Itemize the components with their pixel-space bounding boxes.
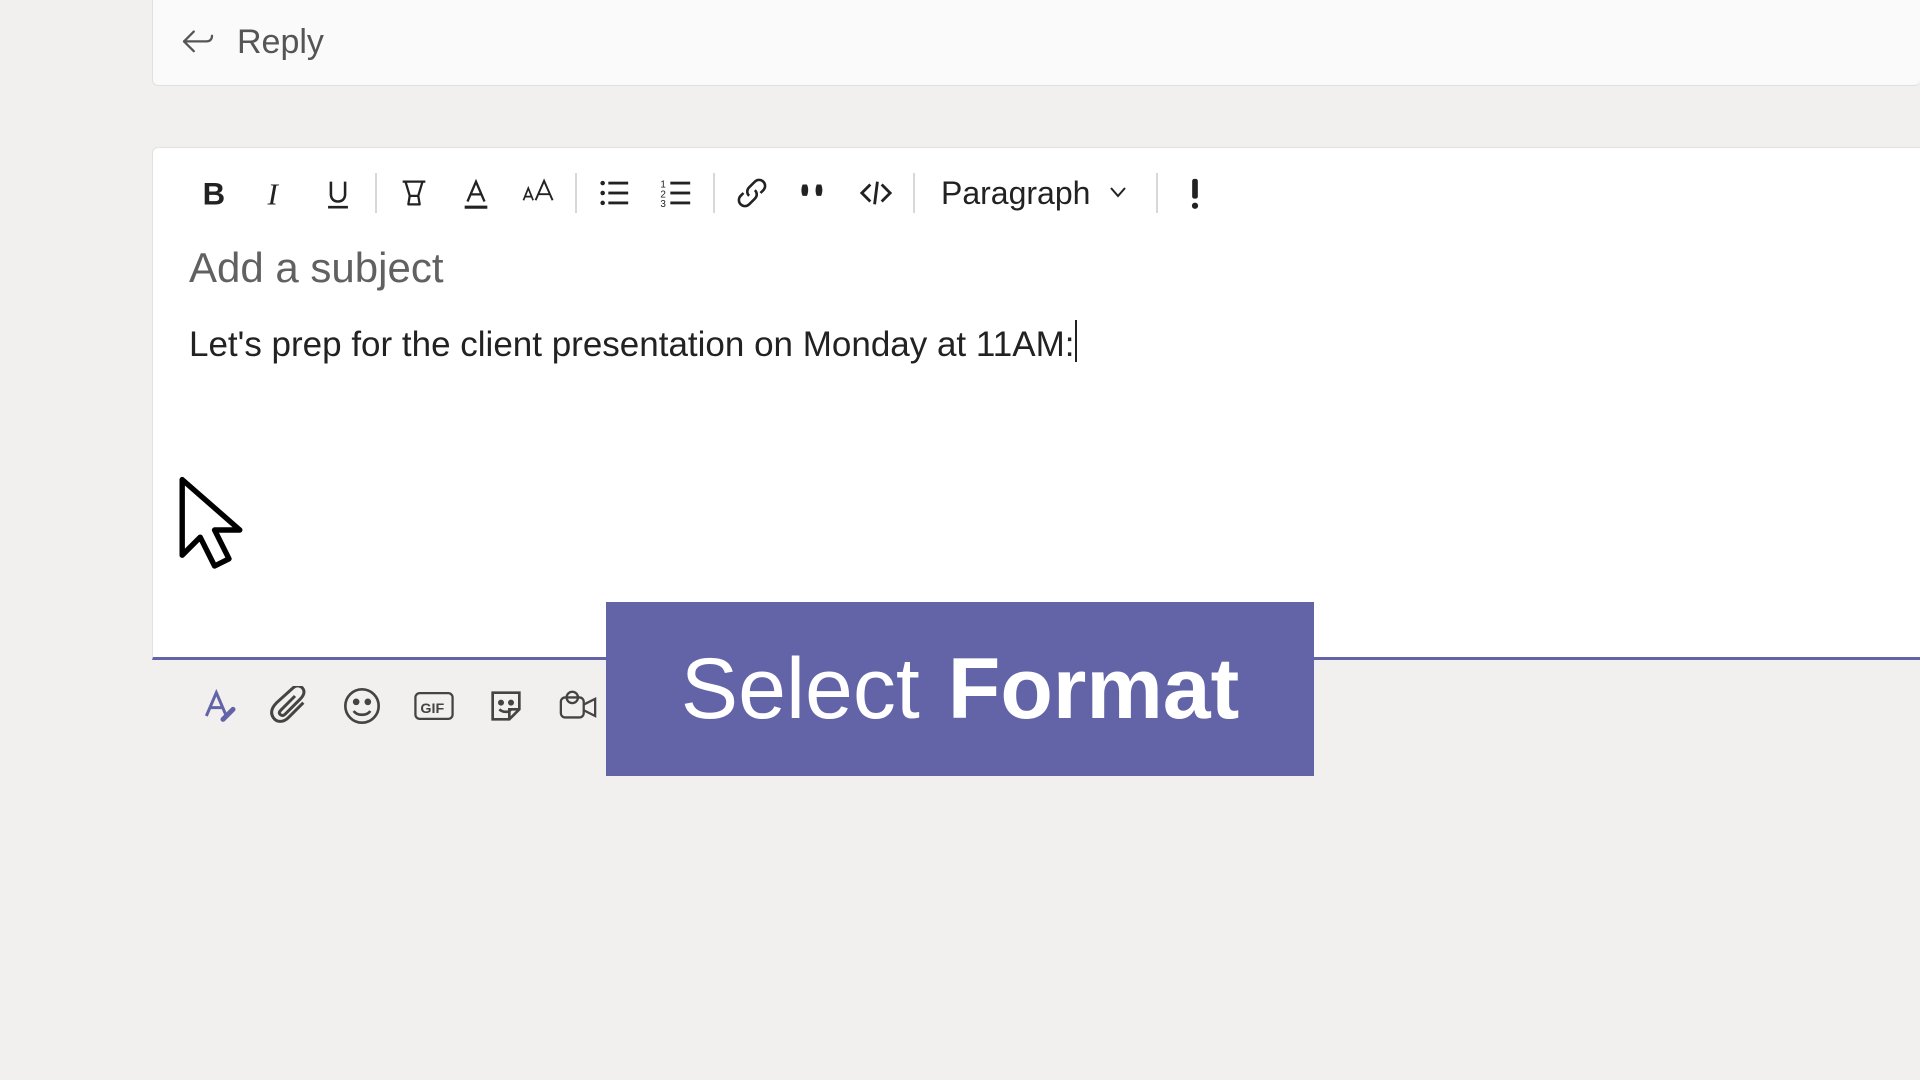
reply-label: Reply (237, 23, 324, 62)
font-size-button[interactable] (507, 166, 569, 220)
bullet-list-button[interactable] (583, 166, 645, 220)
important-button[interactable] (1164, 166, 1226, 220)
italic-button[interactable]: I (245, 166, 307, 220)
toolbar-divider (913, 173, 915, 213)
svg-text:I: I (267, 176, 280, 210)
message-composer: B I (152, 147, 1920, 660)
instruction-callout: Select Format (606, 602, 1314, 776)
bold-button[interactable]: B (183, 166, 245, 220)
numbered-list-button[interactable]: 1 2 3 (645, 166, 707, 220)
link-button[interactable] (721, 166, 783, 220)
gif-button[interactable]: GIF (398, 676, 470, 736)
paragraph-style-dropdown[interactable]: Paragraph (921, 175, 1150, 212)
format-button[interactable] (182, 676, 254, 736)
attach-button[interactable] (254, 676, 326, 736)
message-body-input[interactable]: Let's prep for the client presentation o… (153, 292, 1920, 365)
code-button[interactable] (845, 166, 907, 220)
font-color-button[interactable] (445, 166, 507, 220)
reply-arrow-icon (181, 26, 215, 59)
highlight-button[interactable] (383, 166, 445, 220)
emoji-button[interactable] (326, 676, 398, 736)
formatting-toolbar: B I (153, 148, 1920, 228)
toolbar-divider (575, 173, 577, 213)
quote-button[interactable] (783, 166, 845, 220)
svg-text:B: B (203, 176, 226, 210)
toolbar-divider (713, 173, 715, 213)
svg-text:3: 3 (660, 199, 666, 210)
reply-bar[interactable]: Reply (152, 0, 1920, 86)
chevron-down-icon (1106, 175, 1130, 212)
meet-now-button[interactable] (542, 676, 614, 736)
callout-text-2: Format (948, 640, 1239, 739)
sticker-button[interactable] (470, 676, 542, 736)
toolbar-divider (1156, 173, 1158, 213)
subject-input[interactable]: Add a subject (153, 228, 1920, 292)
toolbar-divider (375, 173, 377, 213)
svg-text:GIF: GIF (420, 701, 444, 717)
paragraph-style-label: Paragraph (941, 175, 1090, 212)
callout-text-1: Select (681, 640, 920, 739)
message-body-text: Let's prep for the client presentation o… (189, 325, 1074, 364)
text-caret (1075, 320, 1077, 362)
underline-button[interactable] (307, 166, 369, 220)
